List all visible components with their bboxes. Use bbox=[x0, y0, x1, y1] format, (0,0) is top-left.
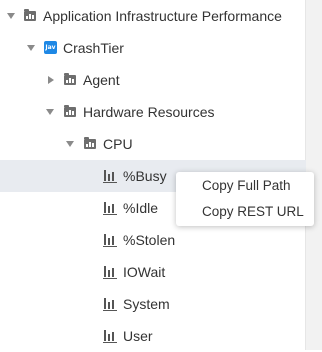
tree-node-tier[interactable]: Jav CrashTier bbox=[0, 32, 306, 64]
chevron-down-icon[interactable] bbox=[66, 141, 74, 147]
chevron-right-icon[interactable] bbox=[48, 76, 54, 84]
tree-leaf-label: %Busy bbox=[123, 168, 167, 184]
tree-leaf-user[interactable]: User bbox=[0, 320, 306, 352]
tree-node-label: CrashTier bbox=[63, 40, 124, 56]
tree-leaf-iowait[interactable]: IOWait bbox=[0, 256, 306, 288]
tree-leaf-label: IOWait bbox=[123, 264, 166, 280]
bar-chart-icon bbox=[103, 233, 117, 247]
folder-chart-icon bbox=[24, 9, 36, 21]
java-icon: Jav bbox=[44, 41, 57, 54]
folder-chart-icon bbox=[64, 105, 76, 117]
bar-chart-icon bbox=[103, 201, 117, 215]
tree-node-label: CPU bbox=[103, 136, 133, 152]
bar-chart-icon bbox=[103, 297, 117, 311]
bar-chart-icon bbox=[103, 169, 117, 183]
menu-item-copy-rest-url[interactable]: Copy REST URL bbox=[176, 200, 314, 224]
tree-node-root[interactable]: Application Infrastructure Performance bbox=[0, 0, 306, 32]
menu-item-copy-full-path[interactable]: Copy Full Path bbox=[176, 174, 314, 198]
tree-leaf-label: %Stolen bbox=[123, 232, 176, 248]
tree-node-cpu[interactable]: CPU bbox=[0, 128, 306, 160]
chevron-down-icon[interactable] bbox=[46, 109, 54, 115]
bar-chart-icon bbox=[103, 329, 117, 343]
tree-node-label: Application Infrastructure Performance bbox=[43, 8, 282, 24]
chevron-down-icon[interactable] bbox=[7, 13, 15, 19]
tree-leaf-label: %Idle bbox=[123, 200, 159, 216]
tree-node-label: Hardware Resources bbox=[83, 104, 215, 120]
tree-leaf-label: System bbox=[123, 296, 170, 312]
tree-leaf-stolen[interactable]: %Stolen bbox=[0, 224, 306, 256]
tree-node-hardware-resources[interactable]: Hardware Resources bbox=[0, 96, 306, 128]
tree-leaf-system[interactable]: System bbox=[0, 288, 306, 320]
tree-node-label: Agent bbox=[83, 72, 120, 88]
chevron-down-icon[interactable] bbox=[27, 45, 35, 51]
tree-leaf-label: User bbox=[123, 328, 153, 344]
bar-chart-icon bbox=[103, 265, 117, 279]
context-menu: Copy Full Path Copy REST URL bbox=[176, 172, 314, 226]
tree-node-agent[interactable]: Agent bbox=[0, 64, 306, 96]
folder-chart-icon bbox=[64, 73, 76, 85]
folder-chart-icon bbox=[84, 137, 96, 149]
